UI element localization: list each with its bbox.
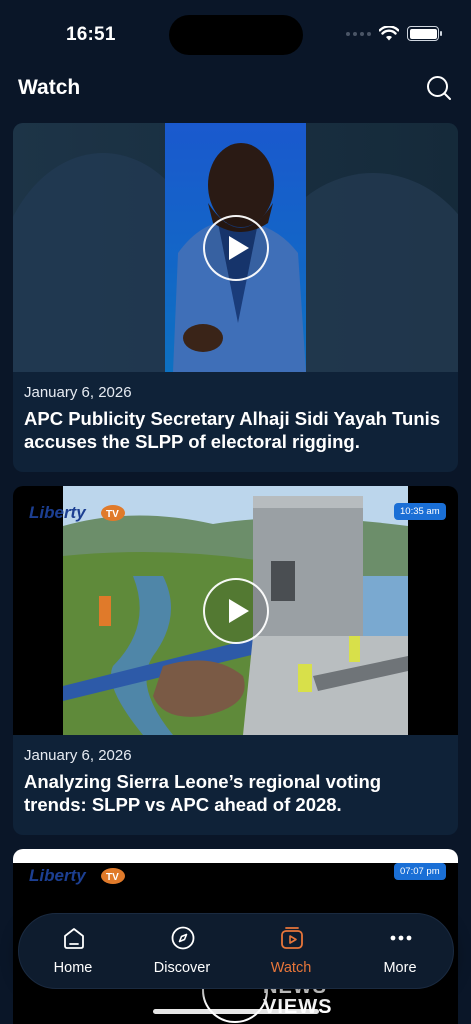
- liberty-tv-logo: Liberty TV: [29, 866, 125, 885]
- tab-watch[interactable]: Watch: [241, 914, 341, 990]
- video-thumbnail[interactable]: Liberty TV 10:35 am: [13, 486, 458, 735]
- compass-icon: [171, 926, 195, 950]
- more-icon: [390, 935, 412, 941]
- play-button[interactable]: [202, 577, 269, 644]
- time-badge: 07:07 pm: [394, 863, 446, 880]
- header: Watch: [0, 70, 471, 110]
- svg-text:TV: TV: [106, 509, 119, 520]
- overlay-line: VIEWS: [263, 996, 333, 1018]
- tab-label: Home: [53, 960, 93, 976]
- status-icons: [346, 26, 442, 41]
- home-icon: [64, 928, 84, 949]
- video-card[interactable]: January 6, 2026 APC Publicity Secretary …: [13, 123, 458, 472]
- card-date: January 6, 2026: [24, 747, 132, 764]
- battery-icon: [407, 26, 442, 41]
- tab-more[interactable]: More: [350, 914, 450, 990]
- card-date: January 6, 2026: [24, 384, 132, 401]
- wifi-icon: [379, 26, 399, 41]
- svg-text:Liberty: Liberty: [29, 866, 87, 885]
- video-thumbnail[interactable]: [13, 123, 458, 372]
- time-badge: 10:35 am: [394, 503, 446, 520]
- liberty-tv-logo: Liberty TV: [29, 503, 125, 522]
- page-title: Watch: [18, 76, 81, 99]
- play-icon: [228, 235, 249, 260]
- play-icon: [228, 598, 249, 623]
- tab-label: More: [383, 960, 417, 976]
- tab-home[interactable]: Home: [23, 914, 123, 990]
- tab-bar: Home Discover Watch More: [18, 913, 454, 989]
- card-title[interactable]: Analyzing Sierra Leone’s regional voting…: [24, 770, 447, 816]
- dynamic-island: [169, 15, 303, 55]
- svg-text:TV: TV: [106, 872, 119, 883]
- tab-label: Discover: [153, 960, 211, 976]
- status-bar: 16:51: [0, 0, 471, 70]
- tab-label: Watch: [270, 960, 312, 976]
- card-title[interactable]: APC Publicity Secretary Alhaji Sidi Yaya…: [24, 407, 447, 453]
- play-button[interactable]: [202, 214, 269, 281]
- signal-icon: [346, 31, 371, 36]
- svg-text:Liberty: Liberty: [29, 503, 87, 522]
- video-card[interactable]: Liberty TV 10:35 am January 6, 2026 Anal…: [13, 486, 458, 835]
- watch-icon: [281, 927, 303, 949]
- tab-discover[interactable]: Discover: [132, 914, 232, 990]
- search-icon[interactable]: [425, 74, 453, 102]
- status-time: 16:51: [66, 24, 116, 45]
- home-indicator[interactable]: [153, 1009, 319, 1014]
